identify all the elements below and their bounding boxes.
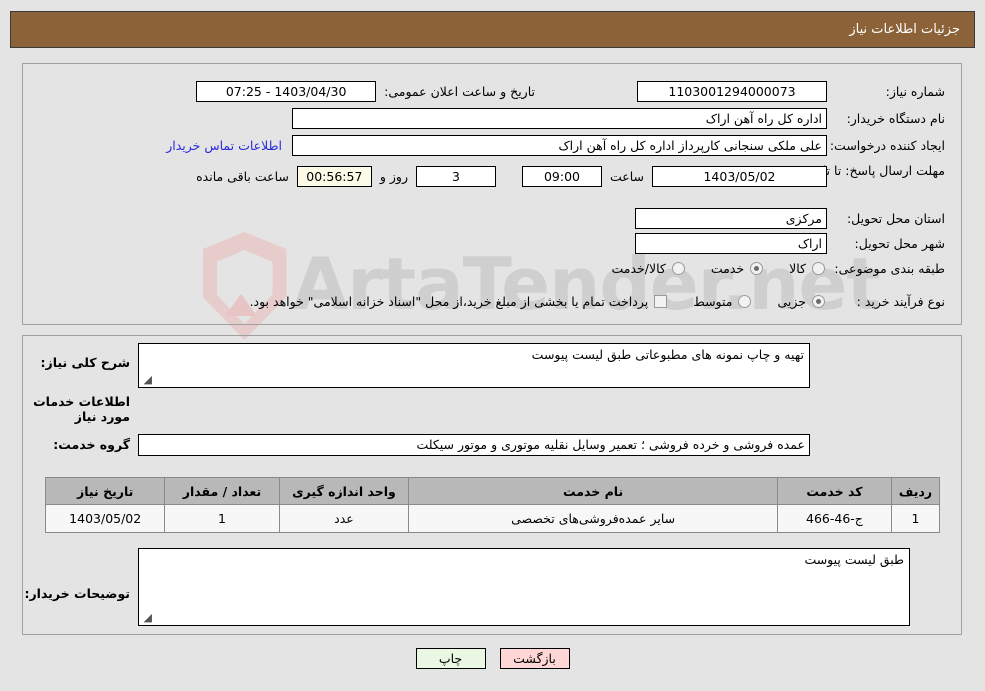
page-title: جزئیات اطلاعات نیاز <box>849 22 960 37</box>
service-info-panel <box>22 335 962 635</box>
need-info-panel <box>22 63 962 325</box>
footer-button-bar: بازگشت چاپ <box>0 648 985 669</box>
back-button[interactable]: بازگشت <box>499 648 570 669</box>
window-title-bar: جزئیات اطلاعات نیاز <box>10 11 975 48</box>
print-button[interactable]: چاپ <box>415 648 486 669</box>
page-root: ArtaTender.net جزئیات اطلاعات نیاز شماره… <box>0 0 985 691</box>
